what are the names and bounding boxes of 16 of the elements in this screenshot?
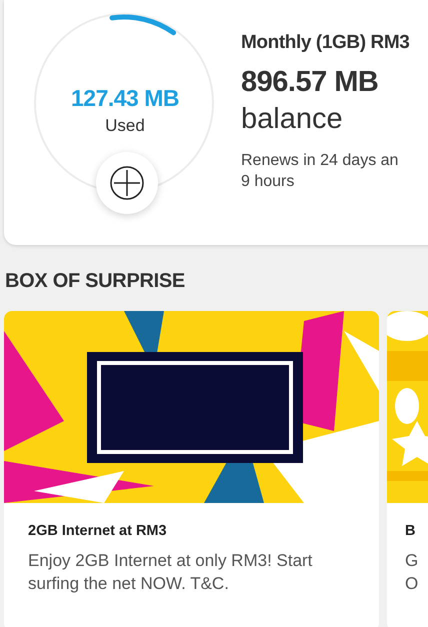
used-label: Used bbox=[105, 116, 145, 136]
renewal-text: Renews in 24 days an 9 hours bbox=[241, 151, 398, 192]
offer-description: G O bbox=[405, 550, 418, 595]
add-button[interactable] bbox=[96, 152, 158, 214]
plus-icon bbox=[109, 165, 145, 201]
plan-name: Monthly (1GB) RM3 bbox=[241, 32, 410, 54]
used-amount: 127.43 MB bbox=[70, 85, 179, 112]
offer-description: Enjoy 2GB Internet at only RM3! Start surfing the net NOW. T&C. bbox=[28, 550, 312, 595]
offer-title: 2GB Internet at RM3 bbox=[28, 523, 167, 539]
offer-card[interactable]: B G O bbox=[387, 311, 428, 627]
section-title: BOX OF SURPRISE bbox=[5, 270, 185, 293]
usage-arc bbox=[110, 14, 176, 36]
offer-card[interactable]: 2GB Internet at RM3 Enjoy 2GB Internet at only RM3! Start surfing the net NOW. T&C. bbox=[4, 311, 379, 627]
offer-title: B bbox=[405, 523, 416, 539]
balance-amount: 896.57 MB bbox=[241, 66, 378, 99]
balance-label: balance bbox=[241, 103, 343, 136]
